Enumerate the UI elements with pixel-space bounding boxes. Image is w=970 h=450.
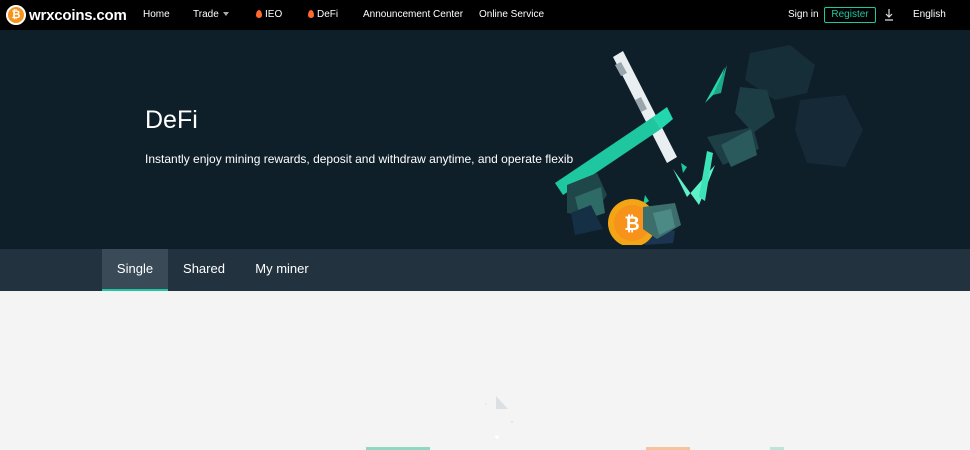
nav-ieo-label: IEO xyxy=(265,9,283,20)
brand-logo[interactable]: ₿ wrxcoins.com xyxy=(6,5,127,25)
nav-home[interactable]: Home xyxy=(143,0,170,30)
flame-icon xyxy=(256,10,262,18)
register-button[interactable]: Register xyxy=(824,7,876,23)
top-navbar: ₿ wrxcoins.com Home Trade IEO DeFi Annou… xyxy=(0,0,970,30)
flame-icon xyxy=(308,10,314,18)
tab-shared[interactable]: Shared xyxy=(170,249,238,291)
sign-in-link[interactable]: Sign in xyxy=(788,0,819,30)
hero-banner: DeFi Instantly enjoy mining rewards, dep… xyxy=(0,30,970,249)
svg-text:₿: ₿ xyxy=(624,213,639,235)
tab-bar: Single Shared My miner xyxy=(0,249,970,291)
tab-my-miner[interactable]: My miner xyxy=(244,249,320,291)
nav-defi[interactable]: DeFi xyxy=(308,0,338,30)
loading-spinner-icon xyxy=(485,396,514,439)
hero-subtitle: Instantly enjoy mining rewards, deposit … xyxy=(145,152,574,166)
bitcoin-logo-icon: ₿ xyxy=(6,5,26,25)
page-title: DeFi xyxy=(145,106,198,134)
nav-trade[interactable]: Trade xyxy=(193,0,229,30)
nav-trade-label: Trade xyxy=(193,9,219,20)
nav-defi-label: DeFi xyxy=(317,9,339,20)
tab-single[interactable]: Single xyxy=(102,249,168,291)
mining-illustration: ₿ xyxy=(555,45,863,245)
nav-ieo[interactable]: IEO xyxy=(256,0,282,30)
nav-online-service[interactable]: Online Service xyxy=(479,0,544,30)
download-icon[interactable] xyxy=(884,8,894,22)
brand-name: wrxcoins.com xyxy=(29,6,127,24)
chevron-down-icon xyxy=(222,12,229,17)
nav-announcement-center[interactable]: Announcement Center xyxy=(363,0,463,30)
language-selector[interactable]: English xyxy=(913,0,946,30)
